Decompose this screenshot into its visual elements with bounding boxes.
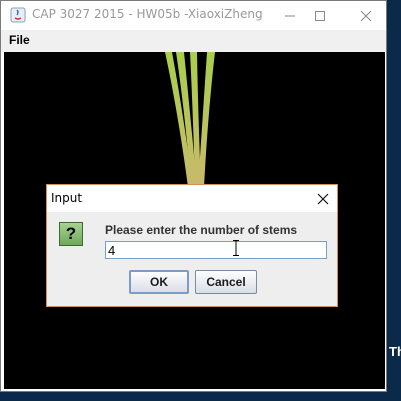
window-titlebar[interactable]: CAP 3027 2015 - HW05b -XiaoxiZheng	[1, 1, 386, 30]
text-cursor-icon	[233, 240, 239, 256]
close-window-button[interactable]	[349, 1, 383, 30]
input-dialog: Input ? Please enter the number of stems…	[46, 184, 338, 307]
cancel-button[interactable]: Cancel	[195, 270, 257, 294]
maximize-icon	[315, 10, 325, 21]
prompt-label: Please enter the number of stems	[105, 223, 298, 237]
close-icon	[317, 193, 329, 205]
stem-4	[198, 52, 215, 187]
background-window-text: Th	[389, 344, 401, 359]
close-icon	[360, 10, 372, 21]
dialog-title: Input	[51, 191, 83, 205]
minimize-icon	[285, 15, 295, 16]
minimize-button[interactable]	[273, 1, 307, 30]
stem-count-input[interactable]	[105, 241, 327, 259]
dialog-titlebar[interactable]: Input	[47, 185, 337, 212]
menu-bar: File	[1, 30, 386, 52]
question-icon: ?	[59, 222, 83, 246]
dialog-close-button[interactable]	[313, 189, 333, 209]
menu-file[interactable]: File	[9, 33, 30, 47]
window-title: CAP 3027 2015 - HW05b -XiaoxiZheng	[32, 7, 263, 21]
java-app-icon	[10, 7, 26, 23]
ok-button[interactable]: OK	[129, 270, 189, 294]
maximize-button[interactable]	[303, 1, 337, 30]
